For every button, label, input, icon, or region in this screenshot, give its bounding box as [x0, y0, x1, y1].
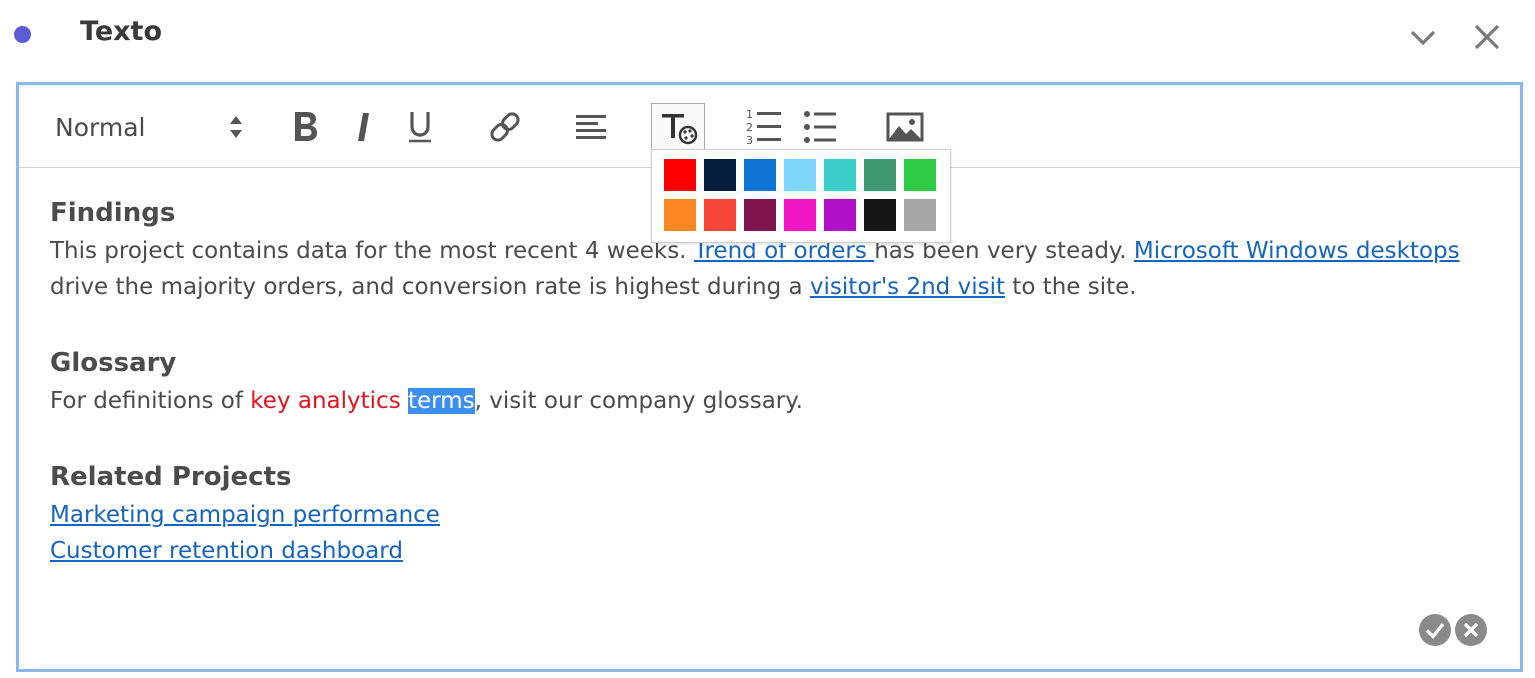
italic-icon	[358, 113, 369, 141]
text-color-icon	[662, 114, 698, 145]
status-dot	[14, 26, 31, 43]
image-button[interactable]	[883, 107, 927, 147]
related-projects-section: Related Projects Marketing campaign perf…	[50, 457, 1490, 569]
close-button[interactable]	[1470, 20, 1504, 54]
color-swatch[interactable]	[864, 159, 896, 191]
findings-text: drive the majority orders, and conversio…	[50, 274, 810, 300]
panel-title: Texto	[80, 16, 163, 47]
color-swatch[interactable]	[704, 199, 736, 231]
link-button[interactable]	[485, 107, 525, 147]
align-icon	[576, 115, 606, 139]
color-palette-popover	[651, 149, 951, 243]
paragraph-style-value: Normal	[55, 112, 146, 142]
color-swatch-grid	[664, 159, 936, 231]
underline-button[interactable]	[403, 107, 437, 147]
color-swatch[interactable]	[784, 159, 816, 191]
color-swatch[interactable]	[824, 199, 856, 231]
confirm-button[interactable]	[1418, 613, 1452, 647]
color-swatch[interactable]	[904, 159, 936, 191]
glossary-text	[401, 388, 408, 414]
color-swatch[interactable]	[904, 199, 936, 231]
related-projects-heading: Related Projects	[50, 462, 292, 492]
glossary-text: For definitions of	[50, 388, 251, 414]
link-icon	[490, 112, 520, 142]
bold-button[interactable]	[287, 107, 323, 147]
image-icon	[886, 112, 924, 142]
align-button[interactable]	[571, 107, 611, 147]
windows-desktops-link[interactable]: Microsoft Windows desktops	[1134, 238, 1460, 264]
select-arrows-icon	[230, 116, 242, 138]
svg-text:3: 3	[746, 134, 753, 147]
selected-text: terms	[408, 388, 475, 414]
findings-text: This project contains data for the most …	[50, 238, 694, 264]
underline-icon	[409, 112, 431, 143]
editor-content[interactable]: Findings This project contains data for …	[50, 193, 1490, 569]
color-swatch[interactable]	[744, 159, 776, 191]
numbered-list-icon: 1 2 3	[746, 108, 781, 147]
close-icon	[1474, 24, 1500, 50]
paragraph-style-select[interactable]: Normal	[55, 105, 245, 149]
svg-text:1: 1	[746, 108, 753, 121]
chevron-down-icon	[1410, 30, 1436, 46]
checkmark-circle-icon	[1419, 614, 1451, 646]
bold-icon	[295, 112, 317, 141]
cancel-button[interactable]	[1454, 613, 1488, 647]
glossary-heading: Glossary	[50, 348, 177, 378]
findings-text: to the site.	[1004, 274, 1137, 300]
glossary-section: Glossary For definitions of key analytic…	[50, 343, 1490, 419]
panel-header: Texto	[0, 0, 1535, 76]
bulleted-list-icon	[804, 111, 836, 143]
italic-button[interactable]	[349, 107, 379, 147]
rich-text-editor[interactable]: Normal 1 2 3 Findings This project conta…	[16, 82, 1523, 672]
glossary-paragraph: For definitions of key analytics terms, …	[50, 383, 1490, 419]
red-colored-text: key analytics	[250, 388, 401, 414]
color-swatch[interactable]	[824, 159, 856, 191]
related-project-link[interactable]: Marketing campaign performance	[50, 502, 440, 528]
text-color-button[interactable]	[651, 103, 705, 151]
color-swatch[interactable]	[784, 199, 816, 231]
close-circle-icon	[1455, 614, 1487, 646]
numbered-list-button[interactable]: 1 2 3	[743, 105, 785, 149]
second-visit-link[interactable]: visitor's 2nd visit	[810, 274, 1005, 300]
bulleted-list-button[interactable]	[801, 107, 841, 147]
color-swatch[interactable]	[744, 199, 776, 231]
collapse-button[interactable]	[1406, 20, 1440, 54]
related-project-link[interactable]: Customer retention dashboard	[50, 538, 403, 564]
color-swatch[interactable]	[864, 199, 896, 231]
color-swatch[interactable]	[664, 159, 696, 191]
color-swatch[interactable]	[704, 159, 736, 191]
glossary-text: , visit our company glossary.	[474, 388, 803, 414]
related-project-item: Customer retention dashboard	[50, 533, 1490, 569]
color-swatch[interactable]	[664, 199, 696, 231]
svg-text:2: 2	[746, 121, 753, 134]
findings-paragraph: This project contains data for the most …	[50, 233, 1490, 305]
related-project-item: Marketing campaign performance	[50, 497, 1490, 533]
